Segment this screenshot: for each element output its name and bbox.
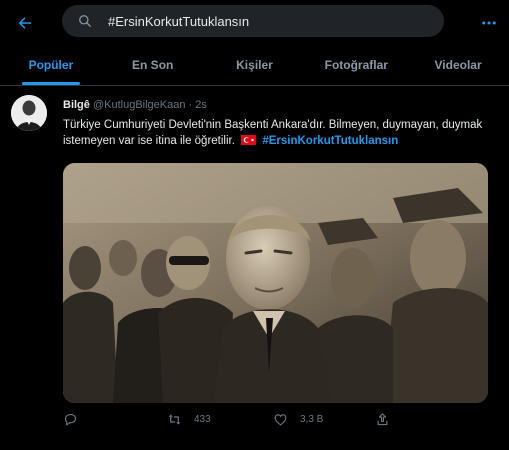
- tab-popular[interactable]: Popüler: [0, 48, 102, 85]
- avatar[interactable]: [11, 95, 47, 131]
- share-icon: [377, 413, 388, 426]
- author-name[interactable]: Bilgê: [63, 99, 90, 111]
- like-icon: [274, 414, 287, 426]
- more-icon: [482, 21, 496, 25]
- tab-latest[interactable]: En Son: [102, 48, 204, 85]
- tab-photos[interactable]: Fotoğraflar: [305, 48, 407, 85]
- tab-people[interactable]: Kişiler: [204, 48, 306, 85]
- like-button[interactable]: 3,3 B: [273, 412, 323, 427]
- share-button[interactable]: [375, 412, 390, 427]
- retweet-icon: [168, 414, 181, 425]
- back-button[interactable]: [10, 8, 40, 38]
- tweet-text: Türkiye Cumhuriyeti Devleti'nin Başkenti…: [63, 117, 493, 149]
- tab-videos[interactable]: Videolar: [407, 48, 509, 85]
- search-tabs: Popüler En Son Kişiler Fotoğraflar Video…: [0, 48, 509, 86]
- tweet[interactable]: Bilgê @KutlugBilgeKaan · 2s Türkiye Cumh…: [0, 90, 509, 450]
- search-input[interactable]: [106, 12, 430, 30]
- hashtag-link[interactable]: #ErsinKorkutTutuklansın: [262, 135, 398, 147]
- search-box[interactable]: [62, 5, 444, 37]
- reply-button[interactable]: [63, 412, 78, 427]
- reply-icon: [64, 413, 77, 426]
- turkey-flag-icon: [241, 135, 257, 145]
- tweet-time[interactable]: 2s: [195, 99, 207, 111]
- like-count: 3,3 B: [300, 414, 324, 425]
- top-bar: [0, 0, 509, 48]
- tweet-header: Bilgê @KutlugBilgeKaan · 2s: [63, 99, 207, 111]
- search-icon: [78, 13, 94, 29]
- author-handle[interactable]: @KutlugBilgeKaan: [93, 99, 186, 111]
- back-arrow-icon: [18, 17, 31, 29]
- separator: ·: [188, 99, 193, 111]
- tweet-actions: 433 3,3 B: [63, 412, 488, 432]
- retweet-count: 433: [194, 414, 211, 425]
- retweet-button[interactable]: 433: [167, 412, 211, 427]
- tweet-photo[interactable]: [63, 163, 488, 403]
- more-button[interactable]: [474, 8, 504, 38]
